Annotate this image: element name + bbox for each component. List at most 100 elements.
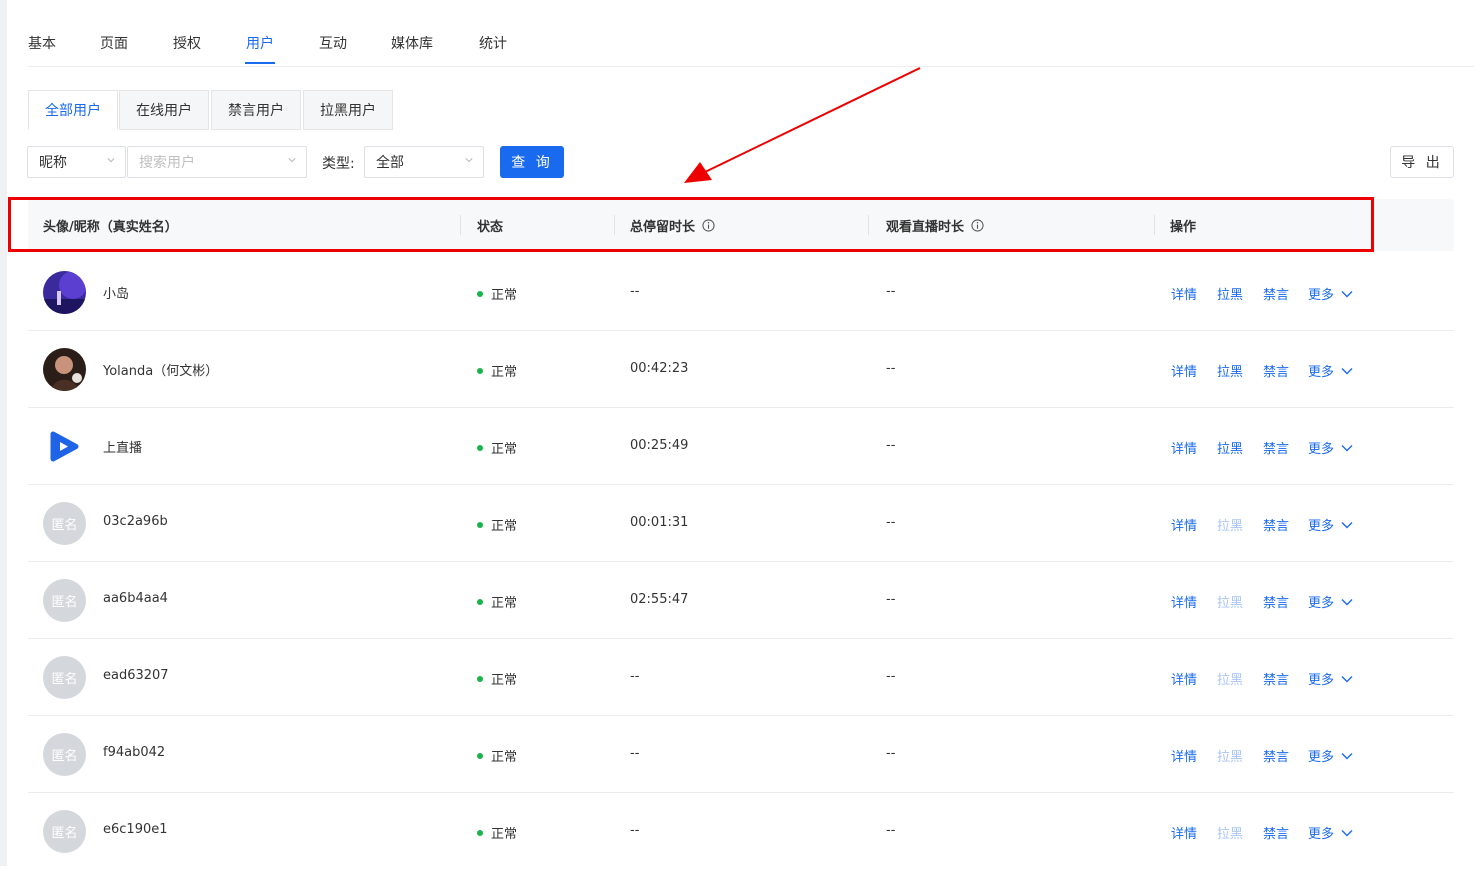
detail-link[interactable]: 详情: [1171, 361, 1197, 380]
more-dropdown[interactable]: 更多: [1308, 284, 1353, 303]
detail-link[interactable]: 详情: [1171, 284, 1197, 303]
chevron-down-icon: [1341, 752, 1353, 759]
detail-link[interactable]: 详情: [1171, 823, 1197, 842]
column-avatar-name-label: 头像/昵称（真实姓名）: [43, 220, 178, 235]
field-select[interactable]: 昵称: [27, 146, 126, 178]
chevron-down-icon: [1341, 598, 1353, 605]
search-user-input[interactable]: 搜索用户: [127, 146, 307, 178]
status-text: 正常: [491, 442, 518, 457]
chevron-down-icon: [465, 158, 473, 163]
status-badge: 正常: [477, 823, 517, 842]
dwell-time: --: [630, 823, 640, 838]
chevron-down-icon: [1341, 521, 1353, 528]
detail-link[interactable]: 详情: [1171, 438, 1197, 457]
chevron-down-icon: [288, 158, 296, 163]
watch-time: --: [886, 361, 896, 376]
block-link[interactable]: 拉黑: [1217, 438, 1243, 457]
nav-item-users[interactable]: 用户: [246, 33, 274, 53]
status-dot: [477, 752, 483, 759]
tab-muted-users[interactable]: 禁言用户: [211, 90, 301, 130]
nav-item-media[interactable]: 媒体库: [391, 33, 433, 53]
status-badge: 正常: [477, 284, 517, 303]
more-dropdown[interactable]: 更多: [1308, 438, 1353, 457]
status-badge: 正常: [477, 592, 517, 611]
block-link-disabled: 拉黑: [1217, 673, 1244, 688]
block-link-disabled: 拉黑: [1217, 827, 1244, 842]
anonymous-avatar: 匿名: [43, 656, 86, 699]
block-link[interactable]: 拉黑: [1217, 361, 1243, 380]
mute-link[interactable]: 禁言: [1263, 669, 1289, 688]
mute-link[interactable]: 禁言: [1263, 746, 1289, 765]
info-icon[interactable]: [971, 219, 984, 232]
play-logo-icon: [43, 425, 86, 468]
nav-item-stats[interactable]: 统计: [479, 33, 507, 53]
watch-time: --: [886, 669, 896, 684]
status-text: 正常: [491, 596, 518, 611]
column-status: 状态: [477, 216, 503, 235]
more-dropdown[interactable]: 更多: [1308, 515, 1353, 534]
chevron-down-icon: [1341, 829, 1353, 836]
nav-item-basic[interactable]: 基本: [28, 33, 56, 53]
status-dot: [477, 598, 483, 605]
export-button[interactable]: 导 出: [1390, 146, 1454, 178]
table-header: 头像/昵称（真实姓名） 状态 总停留时长 观看直播时长 操作: [28, 199, 1454, 251]
avatar: [43, 348, 86, 391]
column-separator: [1154, 215, 1155, 235]
table-row: 匿名 ead63207 正常 -- -- 详情 拉黑 禁言 更多: [28, 638, 1454, 716]
more-dropdown[interactable]: 更多: [1308, 592, 1353, 611]
mute-link[interactable]: 禁言: [1263, 438, 1289, 457]
status-text: 正常: [491, 519, 518, 534]
block-link[interactable]: 拉黑: [1217, 284, 1243, 303]
query-button[interactable]: 查 询: [500, 146, 564, 178]
tab-blocked-users[interactable]: 拉黑用户: [303, 90, 393, 130]
detail-link[interactable]: 详情: [1171, 592, 1197, 611]
more-label: 更多: [1308, 519, 1335, 534]
column-separator: [614, 215, 615, 235]
status-text: 正常: [491, 750, 518, 765]
tab-online-users[interactable]: 在线用户: [119, 90, 209, 130]
more-label: 更多: [1308, 365, 1335, 380]
user-nickname: 小岛: [103, 287, 130, 302]
status-dot: [477, 521, 483, 528]
avatar: [43, 271, 86, 314]
column-dwell-label: 总停留时长: [630, 220, 696, 235]
watch-time: --: [886, 746, 896, 761]
user-nickname: aa6b4aa4: [103, 591, 168, 606]
mute-link[interactable]: 禁言: [1263, 515, 1289, 534]
more-dropdown[interactable]: 更多: [1308, 669, 1353, 688]
watch-time: --: [886, 823, 896, 838]
type-select[interactable]: 全部: [364, 146, 484, 178]
mute-link[interactable]: 禁言: [1263, 361, 1289, 380]
status-badge: 正常: [477, 669, 517, 688]
more-label: 更多: [1308, 827, 1335, 842]
nav-item-page[interactable]: 页面: [100, 33, 128, 53]
table-row: 匿名 f94ab042 正常 -- -- 详情 拉黑 禁言 更多: [28, 715, 1454, 793]
user-nickname: ead63207: [103, 668, 169, 683]
more-label: 更多: [1308, 673, 1335, 688]
column-actions-label: 操作: [1170, 220, 1197, 235]
dwell-time: 00:25:49: [630, 438, 689, 453]
tab-all-users[interactable]: 全部用户: [28, 90, 118, 130]
chevron-down-icon: [1341, 675, 1353, 682]
detail-link[interactable]: 详情: [1171, 669, 1197, 688]
user-nickname: f94ab042: [103, 745, 166, 760]
more-dropdown[interactable]: 更多: [1308, 746, 1353, 765]
info-icon[interactable]: [702, 219, 715, 232]
nav-item-auth[interactable]: 授权: [173, 33, 201, 53]
status-dot: [477, 829, 483, 836]
detail-link[interactable]: 详情: [1171, 746, 1197, 765]
more-dropdown[interactable]: 更多: [1308, 361, 1353, 380]
mute-link[interactable]: 禁言: [1263, 823, 1289, 842]
dwell-time: 02:55:47: [630, 592, 689, 607]
mute-link[interactable]: 禁言: [1263, 592, 1289, 611]
table-row: Yolanda（何文彬） 正常 00:42:23 -- 详情 拉黑 禁言 更多: [28, 330, 1454, 408]
type-label: 类型:: [322, 156, 355, 172]
more-dropdown[interactable]: 更多: [1308, 823, 1353, 842]
anonymous-avatar: 匿名: [43, 733, 86, 776]
nav-item-interact[interactable]: 互动: [319, 33, 347, 53]
user-nickname: e6c190e1: [103, 822, 168, 837]
column-actions: 操作: [1170, 216, 1196, 235]
mute-link[interactable]: 禁言: [1263, 284, 1289, 303]
detail-link[interactable]: 详情: [1171, 515, 1197, 534]
column-watch-label: 观看直播时长: [886, 220, 965, 235]
